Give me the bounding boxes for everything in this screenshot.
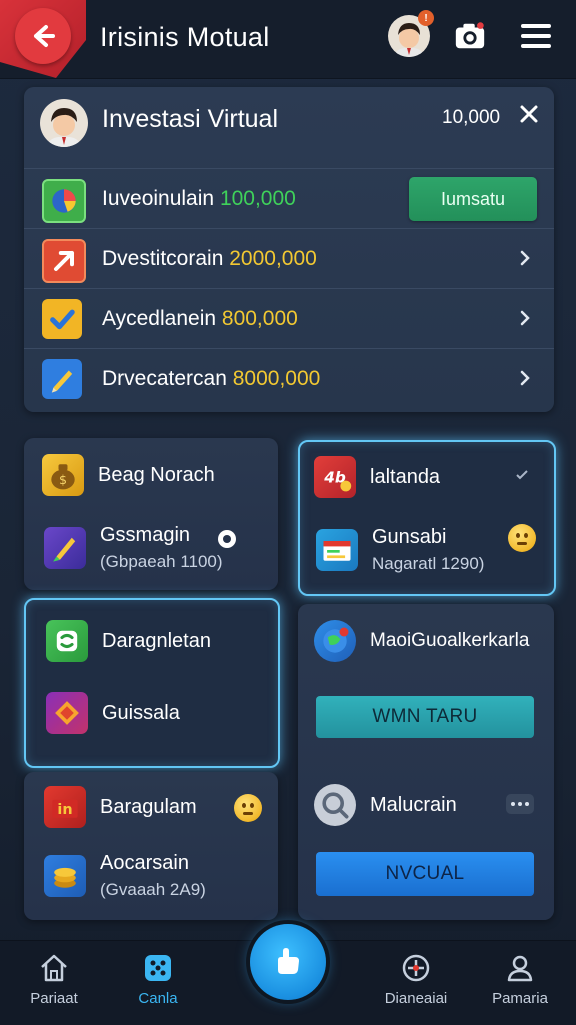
check-small-icon (516, 470, 528, 480)
camera-icon (455, 22, 485, 49)
list-item[interactable]: Guissala (46, 692, 180, 734)
menu-icon (521, 24, 551, 28)
app-title: Irisinis Motual (100, 22, 270, 52)
s-logo-icon (46, 620, 88, 662)
item-title: Guissala (102, 701, 180, 724)
chevron-right-icon (520, 370, 530, 386)
chart-icon (42, 179, 86, 223)
globe-icon (314, 620, 356, 662)
info-icon[interactable] (216, 528, 238, 550)
list-item[interactable]: Gssmagin (Gbpaeah 1100) (44, 524, 223, 572)
home-icon (41, 954, 67, 982)
nav-item-discover[interactable]: Dianeaiai (376, 952, 456, 1007)
smiley-icon (234, 794, 262, 822)
item-title: Beag Norach (98, 463, 215, 486)
svg-text:in: in (57, 802, 72, 818)
investment-row[interactable]: Dvestitcorain 2000,000 (24, 228, 554, 289)
left-card-3: in Baragulam Aocarsain (Gvaaah 2A9) (24, 772, 278, 920)
shop-icon: in (44, 786, 86, 828)
item-title: Baragulam (100, 795, 197, 818)
hand-icon (278, 948, 299, 974)
coins-icon (44, 855, 86, 897)
center-action-button[interactable] (250, 924, 326, 1000)
camera-button[interactable] (452, 18, 488, 54)
investment-row[interactable]: Drvecatercan 8000,000 (24, 348, 554, 409)
smiley-icon (508, 524, 536, 552)
pencil-icon (42, 359, 82, 399)
money-bag-icon: $ (42, 454, 84, 496)
check-icon (42, 299, 82, 339)
notification-badge: ! (418, 10, 434, 26)
chevron-right-icon (520, 310, 530, 326)
item-subtitle: (Gbpaeah 1100) (100, 552, 223, 571)
compass-icon (402, 954, 430, 982)
investment-row[interactable]: Aycedlanein 800,000 (24, 288, 554, 349)
item-title: Malucrain (370, 793, 457, 816)
more-options-button[interactable] (506, 794, 534, 814)
investment-title: Investasi Virtual (102, 105, 279, 133)
nav-label: Dianeaiai (384, 990, 448, 1007)
row-label: Iuveoinulain (102, 187, 215, 210)
search-icon (314, 784, 356, 826)
row-label: Aycedlanein (102, 307, 217, 330)
row-value: 100,000 (219, 187, 296, 210)
menu-button[interactable] (518, 18, 554, 54)
item-title: Daragnletan (102, 629, 211, 652)
investment-card: Investasi Virtual 10,000 Iuveoinulain 10… (24, 87, 554, 412)
nav-label: Pariaat (30, 990, 78, 1007)
brand-logo-icon: 4b (314, 456, 356, 498)
nav-item-profile[interactable]: Pamaria (480, 952, 560, 1007)
game-icon (145, 955, 171, 981)
profile-icon (507, 955, 533, 982)
nav-item-game[interactable]: Canla (118, 952, 198, 1007)
row-value: 800,000 (221, 307, 298, 330)
ticket-icon (316, 529, 358, 571)
close-icon[interactable] (518, 103, 540, 125)
investment-amount: 10,000 (442, 107, 501, 128)
arrow-left-icon (34, 25, 55, 47)
investor-avatar (40, 99, 88, 147)
item-subtitle: (Gvaaah 2A9) (100, 880, 206, 899)
list-item[interactable]: Malucrain (314, 784, 457, 826)
row-label: Drvecatercan (102, 367, 227, 390)
app-header: Irisinis Motual ! (0, 0, 576, 79)
list-item[interactable]: MaoiGuoalkerkarla (314, 620, 529, 662)
svg-text:$: $ (59, 472, 67, 487)
item-title: laltanda (370, 465, 441, 488)
row-label: Dvestitcorain (102, 247, 224, 270)
arrow-up-icon (42, 239, 86, 283)
list-item[interactable]: 4b laltanda (314, 456, 440, 498)
primary-action-button[interactable]: WMN TARU (316, 696, 534, 738)
invest-action-button[interactable]: Iumsatu (409, 177, 537, 221)
list-item[interactable]: Daragnletan (46, 620, 211, 662)
row-value: 2000,000 (229, 247, 317, 270)
investment-row[interactable]: Iuveoinulain 100,000 Iumsatu (24, 168, 554, 229)
row-value: 8000,000 (232, 367, 321, 390)
list-item[interactable]: Gunsabi Nagaratl 1290) (316, 526, 484, 574)
list-item[interactable]: in Baragulam (44, 786, 197, 828)
nav-label: Canla (138, 990, 178, 1007)
diamond-icon (46, 692, 88, 734)
chevron-right-icon (520, 250, 530, 266)
nav-label: Pamaria (492, 990, 548, 1007)
item-title: Gunsabi (372, 526, 447, 548)
item-title: Aocarsain (100, 852, 189, 874)
left-card-1: $ Beag Norach Gssmagin (Gbpaeah 1100) (24, 438, 278, 590)
item-subtitle: Nagaratl 1290) (372, 554, 485, 573)
left-card-2: Daragnletan Guissala (24, 598, 280, 768)
more-icon (511, 802, 515, 806)
item-title: MaoiGuoalkerkarla (370, 630, 530, 651)
secondary-action-button[interactable]: NVCUAL (316, 852, 534, 896)
right-card-2: MaoiGuoalkerkarla WMN TARU Malucrain NVC… (298, 604, 554, 920)
back-button[interactable] (15, 8, 71, 64)
right-card-1: 4b laltanda Gunsabi Nagaratl 1290) (298, 440, 556, 596)
list-item[interactable]: Aocarsain (Gvaaah 2A9) (44, 852, 206, 900)
item-title: Gssmagin (100, 524, 191, 546)
nav-item-home[interactable]: Pariaat (14, 952, 94, 1007)
list-item[interactable]: $ Beag Norach (42, 454, 215, 496)
rocket-icon (44, 527, 86, 569)
